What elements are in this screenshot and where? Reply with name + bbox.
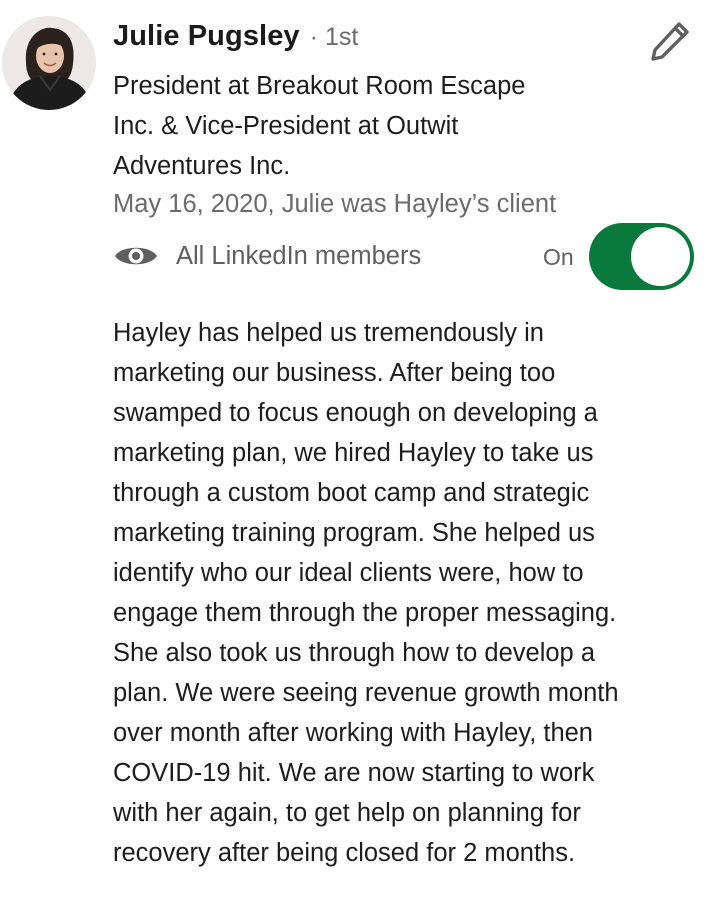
toggle-knob bbox=[631, 227, 690, 286]
recommendation-line: marketing plan, we hired Hayley to take … bbox=[113, 439, 594, 467]
recommendation-line: plan. We were seeing revenue growth mont… bbox=[113, 679, 619, 707]
connection-degree: · 1st bbox=[309, 23, 359, 51]
name-row: Julie Pugsley · 1st bbox=[113, 20, 358, 62]
avatar-photo bbox=[2, 16, 96, 110]
recommendation-line: Hayley has helped us tremendously in bbox=[113, 319, 544, 347]
visibility-setting: All LinkedIn members bbox=[113, 236, 421, 276]
eye-icon bbox=[113, 241, 159, 271]
headline-line: Adventures Inc. bbox=[113, 152, 291, 180]
headline-line: President at Breakout Room Escape bbox=[113, 72, 526, 100]
headline-line: Inc. & Vice-President at Outwit bbox=[113, 112, 459, 140]
recommendation-line: identify who our ideal clients were, how… bbox=[113, 559, 584, 587]
recommendation-line: engage them through the proper messaging… bbox=[113, 599, 617, 627]
recommendation-line: marketing training program. She helped u… bbox=[113, 519, 595, 547]
recommendation-line: swamped to focus enough on developing a bbox=[113, 399, 598, 427]
relationship-date: May 16, 2020, Julie was Hayley’s client bbox=[113, 190, 557, 218]
recommendation-line: over month after working with Hayley, th… bbox=[113, 719, 593, 747]
visibility-label: All LinkedIn members bbox=[176, 241, 422, 270]
recommender-name[interactable]: Julie Pugsley bbox=[113, 20, 300, 53]
pencil-icon[interactable] bbox=[648, 19, 692, 63]
recommendation-line: through a custom boot camp and strategic bbox=[113, 479, 590, 507]
visibility-toggle[interactable] bbox=[589, 223, 694, 290]
recommendation-text: Hayley has helped us tremendously in mar… bbox=[113, 313, 713, 873]
recommender-headline: President at Breakout Room Escape Inc. &… bbox=[113, 66, 613, 186]
recommendation-line: with her again, to get help on planning … bbox=[113, 799, 581, 827]
recommendation-line: She also took us through how to develop … bbox=[113, 639, 595, 667]
toggle-state-label: On bbox=[543, 244, 574, 270]
recommendation-line: recovery after being closed for 2 months… bbox=[113, 839, 576, 867]
recommendation-line: marketing our business. After being too bbox=[113, 359, 556, 387]
avatar[interactable] bbox=[2, 16, 96, 110]
recommendation-line: COVID-19 hit. We are now starting to wor… bbox=[113, 759, 595, 787]
